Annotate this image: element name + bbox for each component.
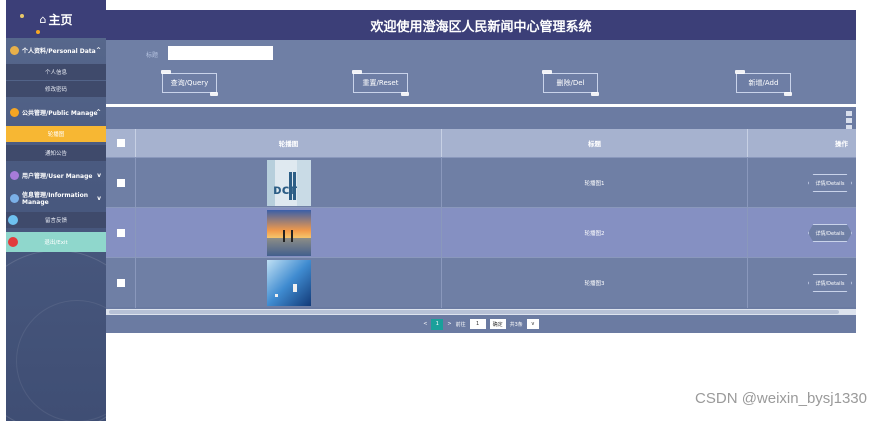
action-cell: 详情/Details <box>748 208 856 258</box>
sidebar-item-exit[interactable]: 退出/Exit <box>6 232 106 252</box>
feedback-icon <box>8 215 18 225</box>
watermark: CSDN @weixin_bysj1330 <box>695 390 867 407</box>
table-header: 轮播图 标题 操作 <box>106 129 856 157</box>
sidebar-item-feedback[interactable]: 留言反馈 <box>6 212 106 228</box>
scrollbar-thumb[interactable] <box>109 310 839 314</box>
sidebar-item-password[interactable]: 修改密码 <box>6 81 106 97</box>
query-button[interactable]: 查询/Query <box>161 70 218 96</box>
chevron-down-icon: v <box>531 321 535 327</box>
reset-button[interactable]: 重置/Reset <box>352 70 409 96</box>
table-row: 轮播图3 详情/Details <box>106 257 856 308</box>
sidebar-item-label: 通知公告 <box>44 151 67 157</box>
add-button[interactable]: 新增/Add <box>735 70 792 96</box>
action-cell: 详情/Details <box>748 158 856 208</box>
image-cell: ᴅᴄᴛ <box>136 158 442 208</box>
title-cell: 轮播图1 <box>442 158 748 208</box>
select-all-checkbox[interactable] <box>116 139 125 147</box>
group-label: 公共管理/Public Manage <box>22 109 98 117</box>
goto-page-input[interactable]: 1 <box>469 319 486 329</box>
title-label: 标题 <box>146 52 159 59</box>
image-cell <box>136 258 442 308</box>
data-table: 轮播图 标题 操作 ᴅᴄᴛ 轮播图1 详情/Details 轮播图2 详情/De… <box>106 129 856 315</box>
select-all-cell <box>106 129 136 157</box>
sidebar-item-label: 退出/Exit <box>44 240 68 246</box>
user-icon <box>10 170 19 180</box>
row-checkbox[interactable] <box>116 279 125 287</box>
title-cell: 轮播图2 <box>442 208 748 258</box>
sidebar-item-label: 留言反馈 <box>44 218 67 224</box>
column-header: 标题 <box>442 129 748 157</box>
info-icon <box>10 193 19 203</box>
sidebar-item-label: 个人信息 <box>44 70 67 76</box>
title-search-input[interactable] <box>168 46 273 60</box>
confirm-button[interactable]: 确定 <box>489 319 506 329</box>
grid-icon[interactable] <box>846 111 852 116</box>
group-label: 信息管理/Information Manage <box>22 192 89 206</box>
column-header: 操作 <box>835 140 848 148</box>
sidebar-group-user[interactable]: 用户管理/User Manage v <box>6 167 106 183</box>
sidebar: ⌂ 主页 个人资料/Personal Data ^ 个人信息 修改密码 公共管理… <box>6 0 106 421</box>
goto-label: 前往 <box>455 321 466 328</box>
group-label: 用户管理/User Manage <box>22 172 93 180</box>
sidebar-home[interactable]: ⌂ 主页 <box>6 0 106 38</box>
home-label: 主页 <box>48 12 73 27</box>
sidebar-group-info[interactable]: 信息管理/Information Manage v <box>6 190 106 206</box>
prev-page-icon[interactable]: < <box>423 321 427 327</box>
group-label: 个人资料/Personal Data <box>22 47 96 55</box>
chevron-up-icon: ^ <box>95 108 101 116</box>
public-icon <box>10 107 19 117</box>
details-button[interactable]: 详情/Details <box>808 274 852 292</box>
row-checkbox[interactable] <box>116 179 125 187</box>
carousel-thumbnail: ᴅᴄᴛ <box>266 160 311 206</box>
sidebar-item-notice[interactable]: 通知公告 <box>6 145 106 161</box>
image-cell <box>136 208 442 258</box>
chevron-up-icon: ^ <box>95 46 101 54</box>
table-row: ᴅᴄᴛ 轮播图1 详情/Details <box>106 157 856 208</box>
row-select-cell <box>106 158 136 208</box>
sidebar-item-profile[interactable]: 个人信息 <box>6 64 106 80</box>
chevron-down-icon: v <box>97 171 101 179</box>
sidebar-item-label: 修改密码 <box>44 87 67 93</box>
decor-dot <box>20 14 24 18</box>
sidebar-group-public[interactable]: 公共管理/Public Manage ^ <box>6 104 106 120</box>
exit-icon <box>8 237 18 247</box>
pagination: < 1 > 前往 1 确定 共3条 v <box>106 315 856 333</box>
sidebar-group-personal[interactable]: 个人资料/Personal Data ^ <box>6 42 106 58</box>
action-cell: 详情/Details <box>748 258 856 308</box>
toolbar-strip <box>106 107 856 130</box>
decor-dot <box>36 30 40 34</box>
current-page[interactable]: 1 <box>431 318 444 330</box>
details-button[interactable]: 详情/Details <box>808 224 852 242</box>
chevron-down-icon: v <box>97 194 101 202</box>
print-icon[interactable] <box>846 118 852 123</box>
search-panel: 标题 查询/Query 重置/Reset 删除/Del 新增/Add <box>106 40 856 104</box>
next-page-icon[interactable]: > <box>447 321 451 327</box>
table-row: 轮播图2 详情/Details <box>106 207 856 258</box>
page-size-select[interactable]: v <box>526 319 539 329</box>
personal-icon <box>10 45 19 55</box>
sidebar-item-label: 轮播图 <box>47 132 65 138</box>
carousel-thumbnail <box>266 260 311 306</box>
row-select-cell <box>106 208 136 258</box>
title-cell: 轮播图3 <box>442 258 748 308</box>
total-count: 共3条 <box>509 321 523 328</box>
delete-button[interactable]: 删除/Del <box>542 70 599 96</box>
sidebar-item-carousel[interactable]: 轮播图 <box>6 126 106 142</box>
page-title: 欢迎使用澄海区人民新闻中心管理系统 <box>106 10 856 40</box>
home-icon: ⌂ <box>39 12 47 26</box>
row-select-cell <box>106 258 136 308</box>
carousel-thumbnail <box>266 210 311 256</box>
table-tools <box>846 111 852 130</box>
column-header: 轮播图 <box>136 129 442 157</box>
details-button[interactable]: 详情/Details <box>808 174 852 192</box>
row-checkbox[interactable] <box>116 229 125 237</box>
